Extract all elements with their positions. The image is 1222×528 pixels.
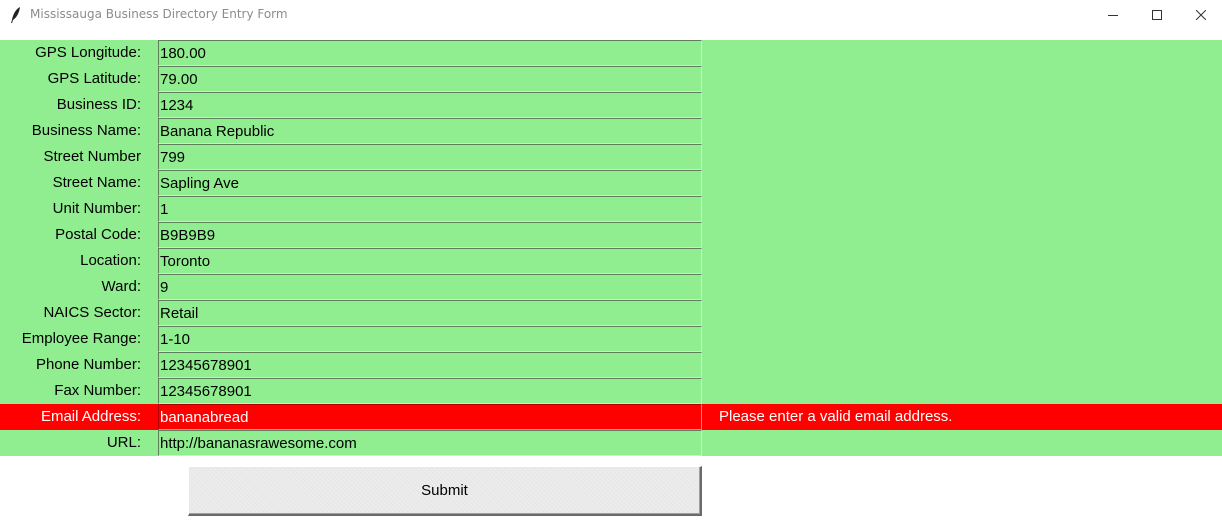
gps-longitude-label: GPS Longitude: xyxy=(35,44,141,61)
street-name-label: Street Name: xyxy=(52,174,141,191)
close-button[interactable] xyxy=(1178,0,1222,30)
close-icon xyxy=(1196,10,1206,20)
fax-number-label: Fax Number: xyxy=(54,382,141,399)
postal-code-field[interactable] xyxy=(158,222,702,248)
form-row-email-address: Email Address: Please enter a valid emai… xyxy=(0,404,1222,430)
url-field[interactable] xyxy=(158,430,702,456)
business-id-label: Business ID: xyxy=(56,96,141,113)
form-row-phone-number: Phone Number: xyxy=(0,352,1222,378)
form-row-postal-code: Postal Code: xyxy=(0,222,1222,248)
form-row-gps-latitude: GPS Latitude: xyxy=(0,66,1222,92)
gps-latitude-label: GPS Latitude: xyxy=(47,70,141,87)
gps-longitude-field[interactable] xyxy=(158,40,702,66)
title-bar: Mississauga Business Directory Entry For… xyxy=(0,0,1222,30)
form-row-naics-sector: NAICS Sector: xyxy=(0,300,1222,326)
phone-number-label: Phone Number: xyxy=(35,356,141,373)
street-number-label: Street Number xyxy=(43,148,141,165)
maximize-icon xyxy=(1152,10,1162,20)
employee-range-field[interactable] xyxy=(158,326,702,352)
form-row-ward: Ward: xyxy=(0,274,1222,300)
location-label: Location: xyxy=(80,252,141,269)
form-row-fax-number: Fax Number: xyxy=(0,378,1222,404)
minimize-icon xyxy=(1108,15,1118,16)
street-number-field[interactable] xyxy=(158,144,702,170)
naics-sector-label: NAICS Sector: xyxy=(43,304,141,321)
location-field[interactable] xyxy=(158,248,702,274)
maximize-button[interactable] xyxy=(1134,0,1180,30)
employee-range-label: Employee Range: xyxy=(21,330,141,347)
form-row-unit-number: Unit Number: xyxy=(0,196,1222,222)
form-row-gps-longitude: GPS Longitude: xyxy=(0,40,1222,66)
gps-latitude-field[interactable] xyxy=(158,66,702,92)
fax-number-field[interactable] xyxy=(158,378,702,404)
form-row-street-name: Street Name: xyxy=(0,170,1222,196)
business-id-field[interactable] xyxy=(158,92,702,118)
ward-label: Ward: xyxy=(101,278,141,295)
form-row-street-number: Street Number xyxy=(0,144,1222,170)
form-row-business-name: Business Name: xyxy=(0,118,1222,144)
phone-number-field[interactable] xyxy=(158,352,702,378)
form-row-location: Location: xyxy=(0,248,1222,274)
postal-code-label: Postal Code: xyxy=(55,226,141,243)
minimize-button[interactable] xyxy=(1090,0,1136,30)
feather-icon xyxy=(11,7,20,23)
form-row-url: URL: xyxy=(0,430,1222,456)
unit-number-label: Unit Number: xyxy=(52,200,141,217)
business-name-label: Business Name: xyxy=(31,122,141,139)
email-error-message: Please enter a valid email address. xyxy=(719,408,953,425)
street-name-field[interactable] xyxy=(158,170,702,196)
form-row-employee-range: Employee Range: xyxy=(0,326,1222,352)
window-title: Mississauga Business Directory Entry For… xyxy=(30,7,288,21)
naics-sector-field[interactable] xyxy=(158,300,702,326)
submit-button[interactable]: Submit xyxy=(188,466,702,516)
email-address-field[interactable] xyxy=(158,404,702,430)
business-name-field[interactable] xyxy=(158,118,702,144)
email-address-label: Email Address: xyxy=(40,408,141,425)
entry-form: GPS Longitude: GPS Latitude: Business ID… xyxy=(0,40,1222,456)
ward-field[interactable] xyxy=(158,274,702,300)
form-row-business-id: Business ID: xyxy=(0,92,1222,118)
url-label: URL: xyxy=(106,434,141,451)
unit-number-field[interactable] xyxy=(158,196,702,222)
